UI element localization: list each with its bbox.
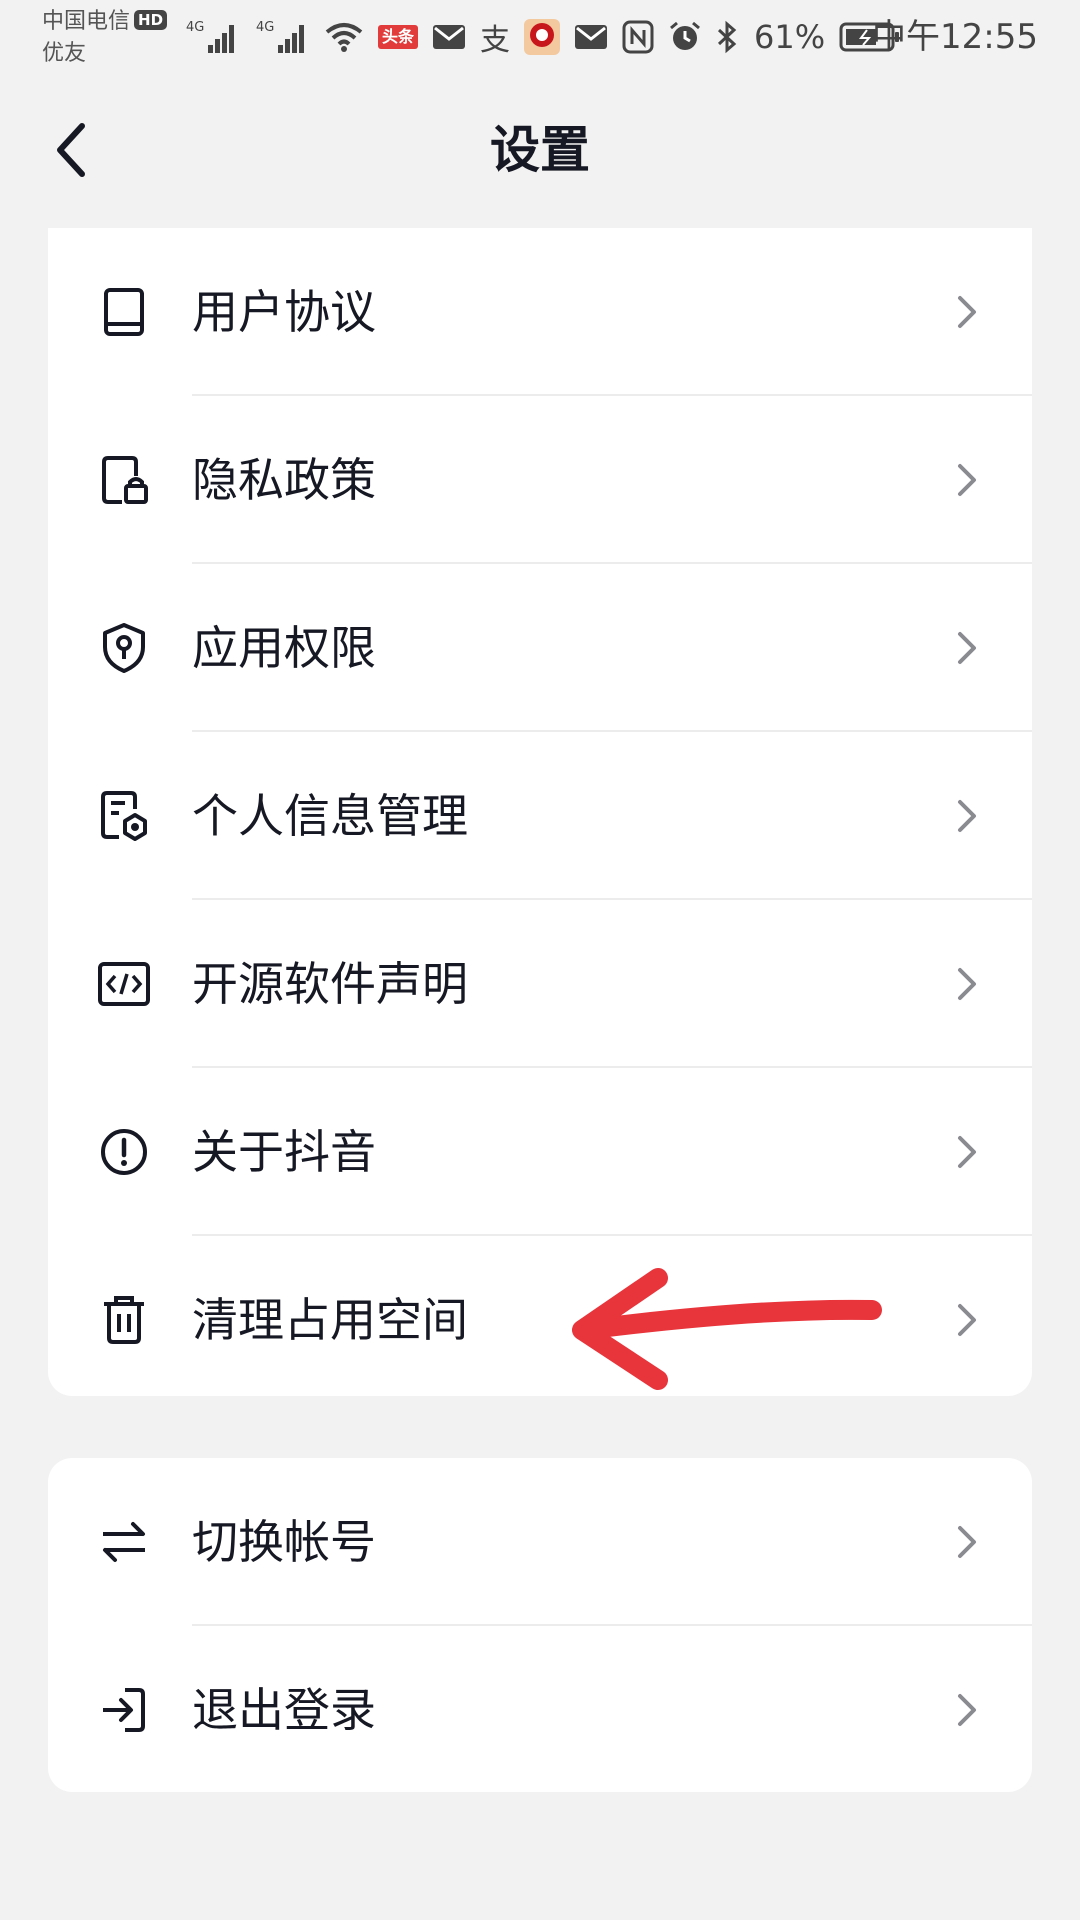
chevron-right-icon	[952, 964, 982, 1004]
chevron-right-icon	[952, 1690, 982, 1730]
page-title: 设置	[490, 121, 590, 179]
settings-item-app-permissions[interactable]: 应用权限	[48, 564, 1032, 732]
chevron-right-icon	[952, 1132, 982, 1172]
chevron-right-icon	[952, 628, 982, 668]
status-icons: 4G 4G 头条 支 61%	[184, 14, 901, 60]
signal-icon: 4G	[184, 17, 240, 57]
carrier-secondary: 优友	[42, 41, 87, 66]
settings-item-switch-account[interactable]: 切换帐号	[48, 1458, 1032, 1626]
annotation-arrow-icon	[572, 1268, 882, 1390]
wifi-icon	[324, 20, 364, 54]
settings-item-personal-info[interactable]: 个人信息管理	[48, 732, 1032, 900]
info-circle-icon	[96, 1124, 152, 1180]
bank-app-icon	[524, 19, 561, 55]
chevron-right-icon	[952, 292, 982, 332]
settings-item-label: 开源软件声明	[192, 957, 468, 1011]
settings-item-label: 隐私政策	[192, 453, 376, 507]
battery-percent: 61%	[754, 18, 826, 56]
settings-item-label: 应用权限	[192, 621, 376, 675]
settings-item-label: 用户协议	[192, 285, 376, 339]
settings-item-logout[interactable]: 退出登录	[48, 1626, 1032, 1792]
nav-header: 设置	[0, 100, 1080, 200]
mail-icon	[432, 24, 466, 50]
network-type-2: 4G	[256, 20, 274, 35]
settings-item-label: 关于抖音	[192, 1125, 376, 1179]
settings-item-about[interactable]: 关于抖音	[48, 1068, 1032, 1236]
settings-item-label: 退出登录	[192, 1683, 376, 1737]
signal-icon-2: 4G	[254, 17, 310, 57]
carrier-name: 中国电信	[42, 9, 131, 34]
code-icon	[96, 956, 152, 1012]
document-lock-icon	[96, 452, 152, 508]
settings-item-open-source[interactable]: 开源软件声明	[48, 900, 1032, 1068]
bluetooth-icon	[716, 20, 738, 54]
chevron-right-icon	[952, 796, 982, 836]
hd-badge: HD	[134, 10, 168, 30]
carrier-info: 中国电信 HD 优友	[42, 6, 168, 70]
alipay-icon: 支	[480, 23, 511, 58]
document-settings-icon	[96, 788, 152, 844]
alarm-icon	[668, 20, 702, 54]
book-icon	[96, 284, 152, 340]
network-type-1: 4G	[186, 20, 204, 35]
clock: 中午12:55	[872, 17, 1038, 57]
chevron-right-icon	[952, 1300, 982, 1340]
settings-item-label: 个人信息管理	[192, 789, 468, 843]
settings-item-user-agreement[interactable]: 用户协议	[48, 228, 1032, 396]
status-bar: 中国电信 HD 优友 4G 4G 头条 支 61% 中午12:55	[0, 0, 1080, 74]
settings-group-main: 用户协议 隐私政策 应用权限 个人信息管理 开源软件声明 关于抖音 清理占用空间	[48, 228, 1032, 1396]
logout-icon	[96, 1682, 152, 1738]
settings-item-label: 切换帐号	[192, 1515, 376, 1569]
nfc-icon	[622, 20, 654, 54]
chevron-right-icon	[952, 1522, 982, 1562]
trash-icon	[96, 1292, 152, 1348]
chevron-right-icon	[952, 460, 982, 500]
toutiao-badge-icon: 头条	[378, 25, 419, 49]
settings-page: 中国电信 HD 优友 4G 4G 头条 支 61% 中午12:55 设置 用户协…	[0, 0, 1080, 1920]
settings-group-account: 切换帐号 退出登录	[48, 1458, 1032, 1792]
shield-key-icon	[96, 620, 152, 676]
settings-item-label: 清理占用空间	[192, 1293, 468, 1347]
switch-arrows-icon	[96, 1514, 152, 1570]
mail-icon-2	[574, 24, 608, 50]
settings-item-privacy-policy[interactable]: 隐私政策	[48, 396, 1032, 564]
